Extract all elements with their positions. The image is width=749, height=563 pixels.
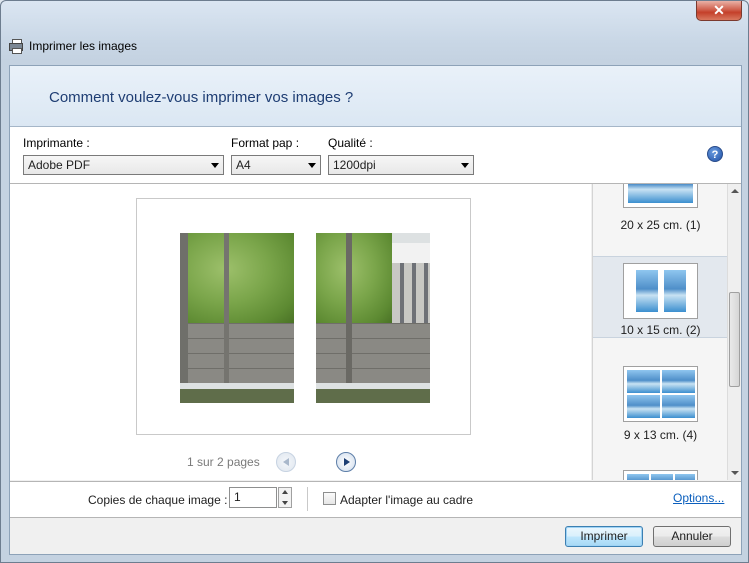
fit-to-frame-checkbox[interactable] <box>323 492 336 505</box>
stepper-down-icon[interactable] <box>282 501 288 505</box>
layout-item[interactable] <box>593 464 728 480</box>
layout-thumbnail <box>623 263 698 319</box>
fit-to-frame-label[interactable]: Adapter l'image au cadre <box>340 493 473 507</box>
divider <box>307 487 308 511</box>
layout-thumbnail <box>623 184 698 208</box>
preview-photo-1 <box>180 233 294 403</box>
header-title: Comment voulez-vous imprimer vos images … <box>49 89 354 106</box>
layout-caption: 9 x 13 cm. (4) <box>623 428 698 442</box>
quality-label: Qualité : <box>328 136 373 150</box>
paper-format-label: Format pap : <box>231 136 300 150</box>
copies-stepper[interactable] <box>278 487 292 508</box>
layout-thumbnail <box>623 470 698 480</box>
page-preview <box>136 198 471 435</box>
arrow-right-icon <box>344 458 350 466</box>
cancel-button[interactable]: Annuler <box>653 526 731 547</box>
scroll-down-icon[interactable] <box>731 471 739 475</box>
copies-label: Copies de chaque image : <box>88 493 228 507</box>
page-counter: 1 sur 2 pages <box>187 455 260 469</box>
title-bar: Imprimer les images <box>9 36 137 56</box>
print-preview: 1 sur 2 pages <box>10 184 591 480</box>
options-bar: Copies de chaque image : 1 Adapter l'ima… <box>10 481 741 518</box>
printer-icon <box>9 39 23 54</box>
help-icon[interactable]: ? <box>707 146 723 162</box>
layout-item[interactable]: 20 x 25 cm. (1) <box>593 184 728 246</box>
printer-label: Imprimante : <box>23 136 90 150</box>
scroll-up-icon[interactable] <box>731 189 739 193</box>
printer-select[interactable]: Adobe PDF <box>23 155 224 175</box>
preview-photo-2 <box>316 233 430 403</box>
layout-scrollbar[interactable] <box>727 184 741 480</box>
quality-select-value: 1200dpi <box>333 158 376 172</box>
layout-thumbnail <box>623 366 698 422</box>
print-pictures-window: ✕ Imprimer les images Comment voulez-vou… <box>0 0 749 563</box>
chevron-down-icon <box>211 163 219 168</box>
previous-page-button[interactable] <box>276 452 296 472</box>
layout-item[interactable]: 9 x 13 cm. (4) <box>593 360 728 442</box>
dialog-client-area: Comment voulez-vous imprimer vos images … <box>9 65 742 555</box>
scrollbar-thumb[interactable] <box>729 292 740 387</box>
layout-caption: 10 x 15 cm. (2) <box>620 323 701 337</box>
printer-select-value: Adobe PDF <box>28 158 91 172</box>
stepper-up-icon[interactable] <box>282 490 288 494</box>
layout-list: 20 x 25 cm. (1) 10 x 15 cm. (2) 9 x 13 c… <box>592 184 728 480</box>
arrow-left-icon <box>283 458 289 466</box>
next-page-button[interactable] <box>336 452 356 472</box>
window-title: Imprimer les images <box>29 39 138 53</box>
layout-item-selected[interactable]: 10 x 15 cm. (2) <box>593 256 728 338</box>
chevron-down-icon <box>308 163 316 168</box>
print-button[interactable]: Imprimer <box>565 526 643 547</box>
copies-input[interactable]: 1 <box>229 487 277 508</box>
settings-bar: Imprimante : Adobe PDF Format pap : A4 Q… <box>10 127 741 184</box>
paper-format-select[interactable]: A4 <box>231 155 321 175</box>
chevron-down-icon <box>461 163 469 168</box>
options-link[interactable]: Options... <box>673 491 724 505</box>
quality-select[interactable]: 1200dpi <box>328 155 474 175</box>
layout-caption: 20 x 25 cm. (1) <box>620 218 701 232</box>
dialog-header: Comment voulez-vous imprimer vos images … <box>10 66 741 127</box>
close-button[interactable]: ✕ <box>696 1 742 21</box>
paper-format-select-value: A4 <box>236 158 251 172</box>
